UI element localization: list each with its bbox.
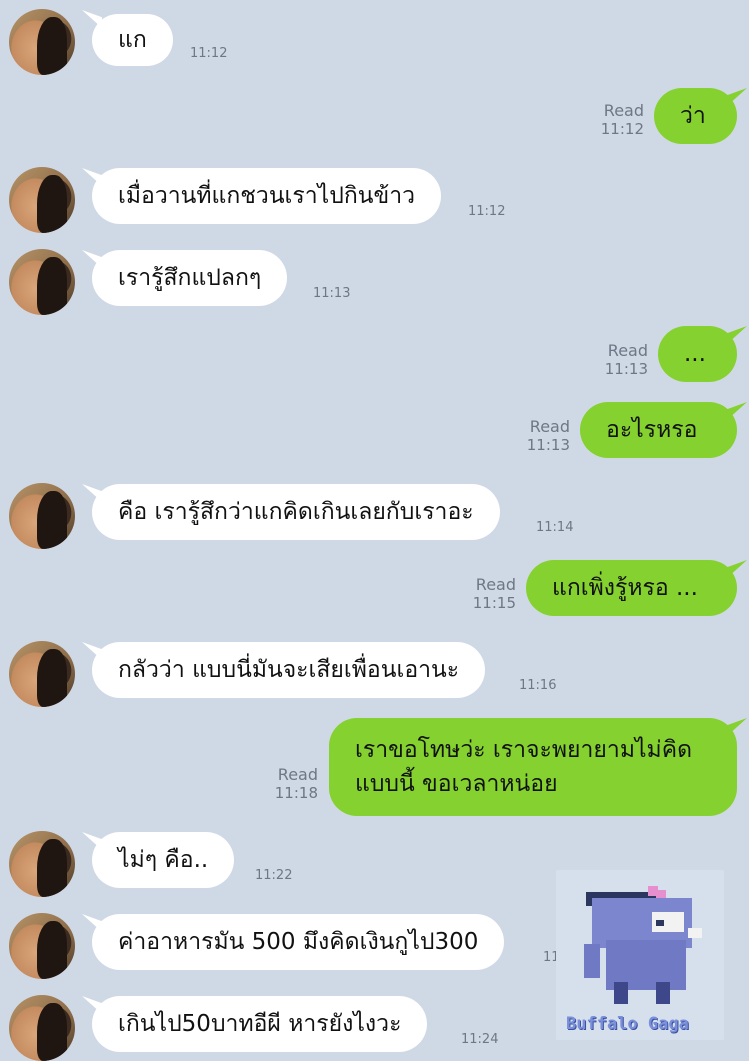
message-time: 11:22 xyxy=(255,868,293,883)
contact-avatar[interactable] xyxy=(9,913,75,979)
message-line: เราขอโทษว่ะ เราจะพยายามไม่คิด xyxy=(355,737,693,763)
read-label: Read xyxy=(529,417,570,436)
message-time: 11:12 xyxy=(600,120,644,138)
sticker-caption: Buffalo Gaga xyxy=(566,1014,689,1034)
contact-avatar[interactable] xyxy=(9,641,75,707)
read-receipt: Read 11:13 xyxy=(516,417,570,455)
message-bubble-incoming[interactable]: ไม่ๆ คือ.. xyxy=(92,832,235,888)
message-bubble-incoming[interactable]: ค่าอาหารมัน 500 มึงคิดเงินกูไป300 xyxy=(92,914,505,970)
read-receipt: Read 11:13 xyxy=(594,341,648,379)
contact-avatar[interactable] xyxy=(9,249,75,315)
message-bubble-incoming[interactable]: เมื่อวานที่แกชวนเราไปกินข้าว xyxy=(92,168,442,224)
read-label: Read xyxy=(603,101,644,120)
contact-avatar[interactable] xyxy=(9,995,75,1061)
message-bubble-incoming[interactable]: กลัวว่า แบบนี่มันจะเสียเพื่อนเอานะ xyxy=(92,642,486,698)
message-time: 11:12 xyxy=(190,46,228,61)
message-line: แบบนี้ ขอเวลาหน่อย xyxy=(355,771,558,797)
message-bubble-incoming[interactable]: เรารู้สึกแปลกๆ xyxy=(92,250,288,306)
buffalo-gaga-sticker[interactable]: Buffalo Gaga xyxy=(556,870,724,1040)
message-time: 11:13 xyxy=(526,436,570,454)
read-label: Read xyxy=(607,341,648,360)
read-label: Read xyxy=(475,575,516,594)
message-bubble-outgoing[interactable]: อะไรหรอ xyxy=(580,402,737,458)
message-time: 11:16 xyxy=(519,678,557,693)
read-label: Read xyxy=(277,765,318,784)
contact-avatar[interactable] xyxy=(9,483,75,549)
contact-avatar[interactable] xyxy=(9,831,75,897)
buffalo-icon xyxy=(584,886,702,1004)
message-bubble-outgoing[interactable]: ว่า xyxy=(654,88,737,144)
read-receipt: Read 11:15 xyxy=(462,575,516,613)
message-time: 11:13 xyxy=(313,286,351,301)
message-bubble-incoming[interactable]: แก xyxy=(92,14,173,66)
message-bubble-outgoing[interactable]: แกเพิ่งรู้หรอ ... xyxy=(526,560,737,616)
message-time: 11:24 xyxy=(461,1032,499,1047)
message-time: 11:14 xyxy=(536,520,574,535)
message-time: 11:13 xyxy=(604,360,648,378)
message-bubble-incoming[interactable]: คือ เรารู้สึกว่าแกคิดเกินเลยกับเราอะ xyxy=(92,484,500,540)
message-time: 11:12 xyxy=(468,204,506,219)
message-bubble-outgoing[interactable]: ... xyxy=(658,326,737,382)
contact-avatar[interactable] xyxy=(9,167,75,233)
message-bubble-incoming[interactable]: เกินไป50บาทอีผี หารยังไงวะ xyxy=(92,996,428,1052)
read-receipt: Read 11:18 xyxy=(264,765,318,803)
message-time: 11:18 xyxy=(274,784,318,802)
contact-avatar[interactable] xyxy=(9,9,75,75)
message-time: 11:15 xyxy=(472,594,516,612)
message-bubble-outgoing[interactable]: เราขอโทษว่ะ เราจะพยายามไม่คิด แบบนี้ ขอเ… xyxy=(329,718,737,816)
read-receipt: Read 11:12 xyxy=(590,101,644,139)
